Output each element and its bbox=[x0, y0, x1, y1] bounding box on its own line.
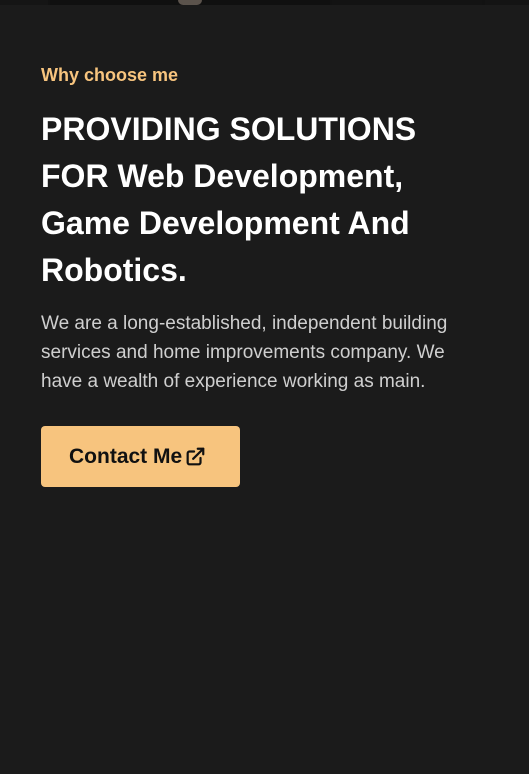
contact-me-button[interactable]: Contact Me bbox=[41, 426, 240, 487]
section-headline: PROVIDING SOLUTIONS FOR Web Development,… bbox=[41, 111, 417, 288]
section-eyebrow: Why choose me bbox=[41, 65, 179, 85]
page: Why choose me PROVIDING SOLUTIONS FOR We… bbox=[0, 0, 529, 774]
strip-segment bbox=[0, 0, 48, 5]
contact-me-label: Contact Me bbox=[69, 444, 183, 468]
top-image-strip bbox=[0, 0, 529, 5]
image-fragment bbox=[178, 0, 202, 5]
external-link-icon bbox=[184, 446, 206, 468]
strip-segment bbox=[485, 0, 529, 5]
section-description: We are a long-established, independent b… bbox=[41, 313, 448, 392]
why-choose-me-section: Why choose me PROVIDING SOLUTIONS FOR We… bbox=[41, 64, 481, 487]
strip-segment bbox=[332, 0, 482, 5]
